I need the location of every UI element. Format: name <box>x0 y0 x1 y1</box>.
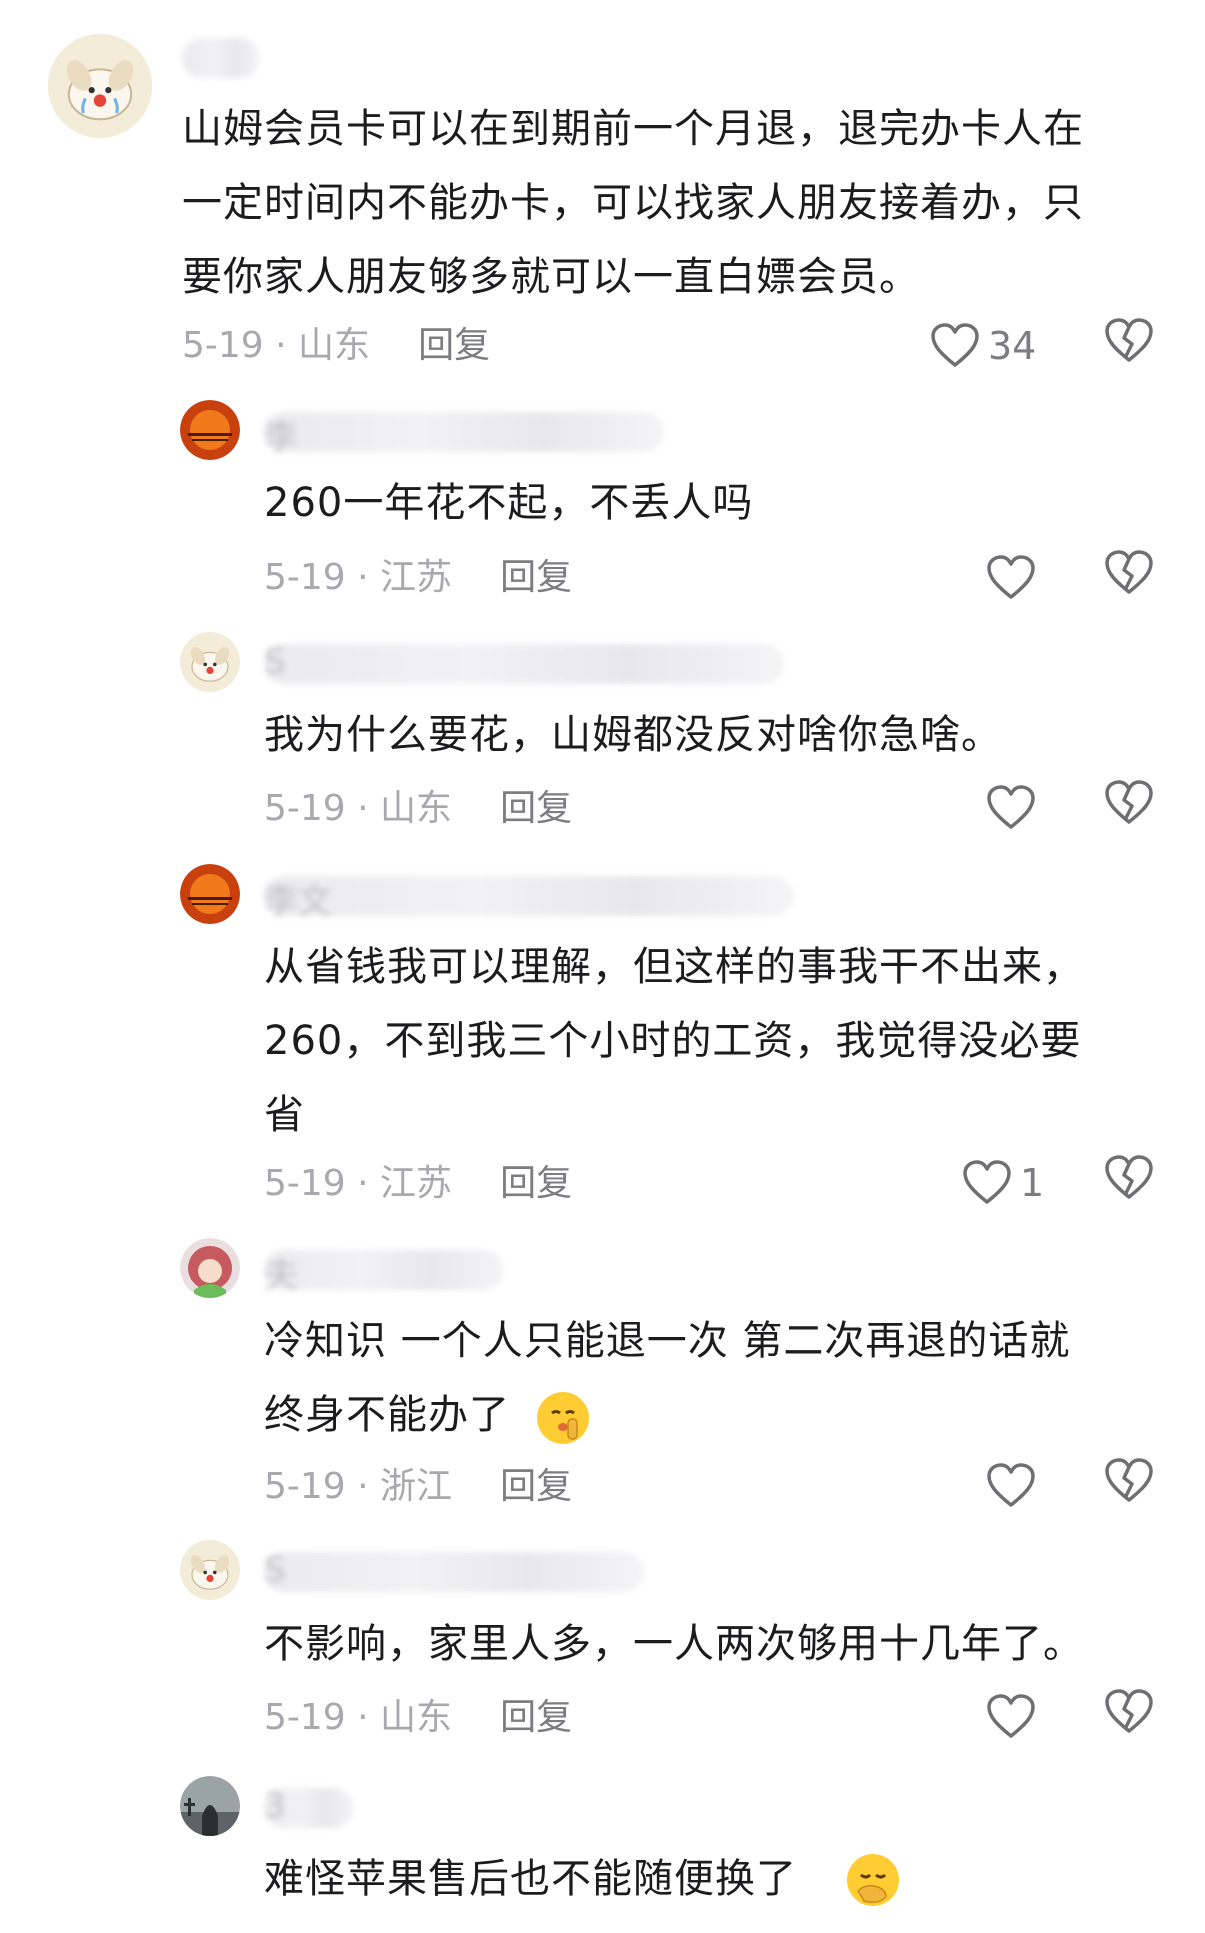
comment-text: 山姆会员卡可以在到期前一个月退，退完办卡人在 一定时间内不能办卡，可以找家人朋友… <box>182 106 1084 300</box>
comment-text: 冷知识 一个人只能退一次 第二次再退的话就 终身不能办了 <box>264 1318 1071 1438</box>
comment-date: 5-19 <box>264 1163 346 1204</box>
like-count: 34 <box>988 324 1037 368</box>
broken-heart-icon <box>1105 1155 1153 1199</box>
heart-icon <box>963 1160 1011 1204</box>
broken-heart-icon <box>1105 318 1153 362</box>
dislike-button[interactable] <box>1104 550 1160 606</box>
username-blurred[interactable]: S <box>264 642 784 684</box>
comment-text: 我为什么要花，山姆都没反对啥你急啥。 <box>264 712 1002 758</box>
reply-button[interactable]: 回复 <box>500 1466 572 1507</box>
comment-date: 5-19 <box>264 788 346 829</box>
username-hint: 李 <box>264 418 298 458</box>
comment-region: 江苏 <box>380 1163 453 1204</box>
cartoon-dog-avatar-icon <box>180 632 240 692</box>
dislike-button[interactable] <box>1104 1458 1160 1514</box>
broken-heart-icon <box>1105 1689 1153 1733</box>
like-button[interactable] <box>986 550 1044 606</box>
heart-icon <box>987 1463 1035 1507</box>
sunset-avatar-icon <box>180 864 240 924</box>
comment-date: 5-19 <box>264 1466 346 1507</box>
username-blurred[interactable]: 夫 <box>264 1250 504 1296</box>
username-hint: 夫 <box>264 1256 298 1296</box>
comment-thread: 山姆会员卡可以在到期前一个月退，退完办卡人在 一定时间内不能办卡，可以找家人朋友… <box>0 0 1205 1933</box>
broken-heart-icon <box>1105 550 1153 594</box>
cartoon-dog-avatar-icon <box>48 34 152 138</box>
dislike-button[interactable] <box>1104 1155 1160 1211</box>
comment-region: 山东 <box>380 1697 453 1738</box>
sunset-avatar-icon <box>180 400 240 460</box>
comment-text: 不影响，家里人多，一人两次够用十几年了。 <box>264 1621 1084 1667</box>
broken-heart-icon <box>1105 780 1153 824</box>
username-hint: 3 <box>264 1786 286 1826</box>
photo-avatar-icon <box>180 1776 240 1836</box>
avatar[interactable] <box>180 400 240 460</box>
comment-meta: 5-19 · 江苏 回复 <box>264 557 573 598</box>
broken-heart-icon <box>1105 1458 1153 1502</box>
cartoon-dog-avatar-icon <box>180 1540 240 1600</box>
heart-icon <box>987 1694 1035 1738</box>
dislike-button[interactable] <box>1104 780 1160 836</box>
username-blurred[interactable]: 李 <box>264 412 664 458</box>
avatar[interactable] <box>180 632 240 692</box>
like-button[interactable]: 34 <box>930 318 1036 374</box>
hand-over-mouth-emoji <box>844 1851 902 1909</box>
comment-date: 5-19 <box>182 325 264 366</box>
girl-avatar-icon <box>180 1238 240 1298</box>
comment-date: 5-19 <box>264 1697 346 1738</box>
reply-button[interactable]: 回复 <box>500 1163 572 1204</box>
comment-region: 浙江 <box>380 1466 453 1507</box>
reply-button[interactable]: 回复 <box>500 1697 572 1738</box>
comment-region: 江苏 <box>380 557 453 598</box>
avatar[interactable] <box>180 1540 240 1600</box>
shushing-face-emoji <box>534 1389 592 1447</box>
heart-icon <box>987 555 1035 599</box>
comment-meta: 5-19 · 山东 回复 <box>264 1697 573 1738</box>
username-hint: S <box>264 1550 286 1590</box>
comment-date: 5-19 <box>264 557 346 598</box>
reply-button[interactable]: 回复 <box>418 325 490 366</box>
comment-text: 从省钱我可以理解，但这样的事我干不出来， 260，不到我三个小时的工资，我觉得没… <box>264 944 1084 1138</box>
comment-meta: 5-19 · 浙江 回复 <box>264 1466 573 1507</box>
dislike-button[interactable] <box>1104 318 1160 374</box>
avatar[interactable] <box>180 1238 240 1298</box>
comment-meta: 5-19 · 山东 回复 <box>182 325 491 366</box>
comment-text: 难怪苹果售后也不能随便换了 <box>264 1856 797 1902</box>
reply-button[interactable]: 回复 <box>500 788 572 829</box>
username-blurred[interactable]: 3 <box>264 1786 354 1828</box>
like-button[interactable] <box>986 1689 1044 1745</box>
comment-region: 山东 <box>298 325 371 366</box>
heart-icon <box>931 323 979 367</box>
comment-meta: 5-19 · 江苏 回复 <box>264 1163 573 1204</box>
username-blurred[interactable]: S <box>264 1550 644 1592</box>
dislike-button[interactable] <box>1104 1689 1160 1745</box>
comment-meta: 5-19 · 山东 回复 <box>264 788 573 829</box>
avatar[interactable] <box>180 864 240 924</box>
avatar[interactable] <box>180 1776 240 1836</box>
username-blurred[interactable]: 李文 <box>264 876 794 922</box>
reply-button[interactable]: 回复 <box>500 557 572 598</box>
heart-icon <box>987 785 1035 829</box>
like-button[interactable] <box>986 1458 1044 1514</box>
like-button[interactable] <box>986 780 1044 836</box>
like-button[interactable]: 1 <box>962 1155 1044 1211</box>
username-hint: S <box>264 642 286 682</box>
comment-region: 山东 <box>380 788 453 829</box>
like-count: 1 <box>1020 1161 1045 1205</box>
username-hint: 李文 <box>264 882 332 922</box>
comment-text: 260一年花不起，不丢人吗 <box>264 480 754 526</box>
username-blurred[interactable] <box>182 38 260 78</box>
avatar[interactable] <box>48 34 152 138</box>
